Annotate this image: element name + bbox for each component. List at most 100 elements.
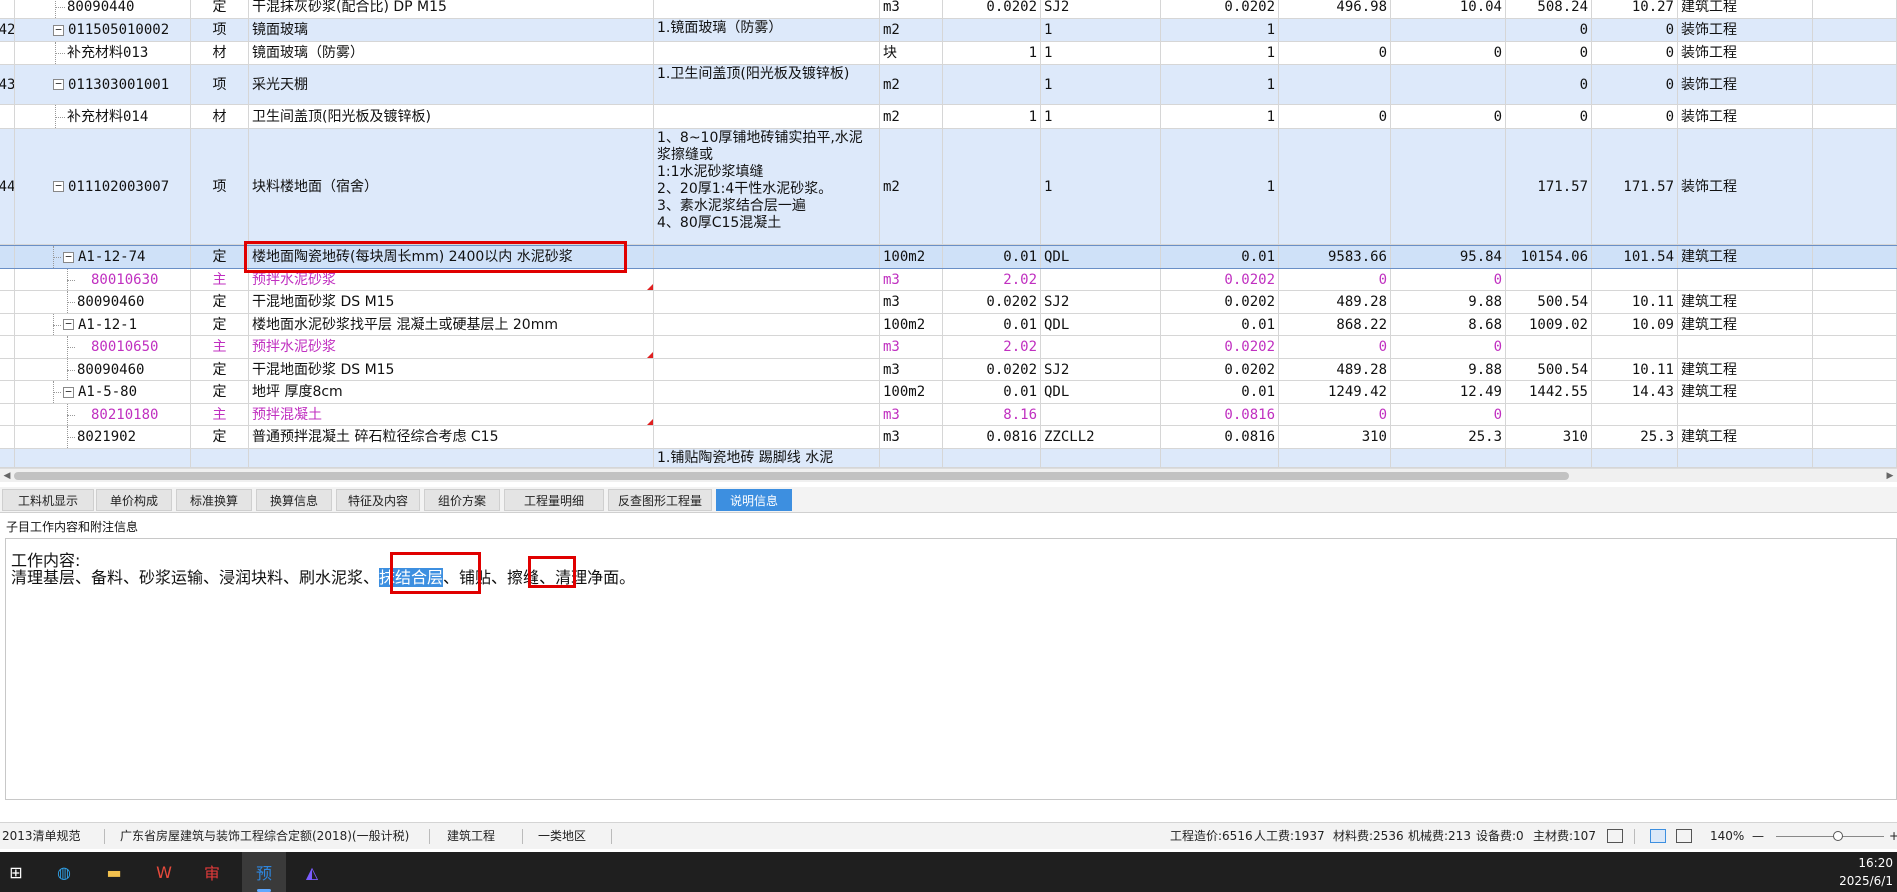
cell-total[interactable]: 9.88: [1391, 291, 1506, 313]
cell-feature[interactable]: 1.卫生间盖顶(阳光板及镀锌板): [654, 65, 880, 104]
cell-type[interactable]: [191, 449, 249, 467]
cell-num[interactable]: [0, 291, 15, 313]
cell-price[interactable]: 0: [1279, 42, 1391, 64]
zoom-in-button[interactable]: +: [1889, 823, 1897, 850]
cell-expr[interactable]: [1041, 269, 1161, 290]
cell-amount[interactable]: 0.01: [1161, 246, 1279, 268]
cell-code[interactable]: − A1-12-1: [15, 314, 191, 335]
cell-feature[interactable]: [654, 404, 880, 425]
cell-qty[interactable]: 8.16: [943, 404, 1041, 425]
table-row[interactable]: 80210180 主 预拌混凝土 m3 8.16 0.0816 0 0: [0, 404, 1897, 426]
cell-unit[interactable]: 100m2: [880, 314, 943, 335]
cell-total2[interactable]: 10.11: [1592, 359, 1678, 380]
cell-price2[interactable]: 0: [1506, 42, 1592, 64]
table-row[interactable]: 80090440 定 干混抹灰砂浆(配合比) DP M15 m3 0.0202 SJ2 0.…: [0, 0, 1897, 19]
cell-unit[interactable]: [880, 449, 943, 467]
edge-browser-icon[interactable]: ◍: [50, 858, 78, 886]
cell-price[interactable]: 868.22: [1279, 314, 1391, 335]
cell-code[interactable]: 80090460: [15, 359, 191, 380]
cell-name[interactable]: 普通预拌混凝土 碎石粒径综合考虑 C15: [249, 426, 654, 448]
cell-price2[interactable]: [1506, 336, 1592, 358]
cell-expr[interactable]: ZZCLL2: [1041, 426, 1161, 448]
cell-category[interactable]: [1678, 404, 1813, 425]
windows-start-icon[interactable]: ⊞: [2, 858, 30, 886]
scroll-left-icon[interactable]: ◀: [0, 469, 14, 483]
cell-price[interactable]: 0: [1279, 269, 1391, 290]
cell-unit[interactable]: 100m2: [880, 381, 943, 403]
cell-amount[interactable]: 0.0816: [1161, 404, 1279, 425]
cell-extra[interactable]: [1813, 426, 1897, 448]
cell-category[interactable]: 装饰工程: [1678, 105, 1813, 128]
cell-total[interactable]: 25.3: [1391, 426, 1506, 448]
cell-total2[interactable]: 101.54: [1592, 246, 1678, 268]
cell-category[interactable]: 建筑工程: [1678, 0, 1813, 18]
cell-price[interactable]: 489.28: [1279, 291, 1391, 313]
cell-unit[interactable]: m3: [880, 291, 943, 313]
collapse-icon[interactable]: −: [63, 386, 74, 398]
cell-name[interactable]: 镜面玻璃: [249, 19, 654, 41]
cell-category[interactable]: [1678, 449, 1813, 467]
cell-extra[interactable]: [1813, 0, 1897, 18]
cell-total2[interactable]: 171.57: [1592, 129, 1678, 244]
cell-expr[interactable]: [1041, 336, 1161, 358]
cell-num[interactable]: 43: [0, 65, 15, 104]
cell-total[interactable]: 0: [1391, 404, 1506, 425]
cell-num[interactable]: [0, 449, 15, 467]
cell-total2[interactable]: [1592, 449, 1678, 467]
cell-expr[interactable]: SJ2: [1041, 359, 1161, 380]
cell-num[interactable]: [0, 426, 15, 448]
cell-type[interactable]: 材: [191, 105, 249, 128]
cell-expr[interactable]: SJ2: [1041, 291, 1161, 313]
table-row[interactable]: 补充材料013 材镜面玻璃（防雾）块 1 1 1 0 0 0 0 装饰工程: [0, 42, 1897, 65]
cell-qty[interactable]: 1: [943, 42, 1041, 64]
table-row[interactable]: − A1-12-1 定 楼地面水泥砂浆找平层 混凝土或硬基层上 20mm 100m2 0.…: [0, 314, 1897, 336]
cell-feature[interactable]: [654, 291, 880, 313]
cell-type[interactable]: 主: [191, 404, 249, 425]
cell-amount[interactable]: 1: [1161, 105, 1279, 128]
cell-price[interactable]: 1249.42: [1279, 381, 1391, 403]
cell-extra[interactable]: [1813, 359, 1897, 380]
table-row[interactable]: 8021902 定 普通预拌混凝土 碎石粒径综合考虑 C15 m3 0.0816 ZZCL…: [0, 426, 1897, 449]
cell-price2[interactable]: 1442.55: [1506, 381, 1592, 403]
cell-type[interactable]: 项: [191, 65, 249, 104]
cell-qty[interactable]: 2.02: [943, 269, 1041, 290]
table-row[interactable]: 补充材料014 材卫生间盖顶(阳光板及镀锌板) m2 1 1 1 0 0 0 0 装饰工程: [0, 105, 1897, 129]
tab-7[interactable]: 反查图形工程量: [608, 489, 712, 511]
cell-num[interactable]: [0, 42, 15, 64]
cell-name[interactable]: 预拌水泥砂浆: [249, 336, 654, 358]
cell-total[interactable]: 10.04: [1391, 0, 1506, 18]
cell-num[interactable]: [0, 404, 15, 425]
cell-num[interactable]: [0, 359, 15, 380]
scrollbar-thumb[interactable]: [14, 472, 1569, 480]
cell-extra[interactable]: [1813, 19, 1897, 41]
cell-code[interactable]: 补充材料013: [15, 42, 191, 64]
cell-qty[interactable]: [943, 19, 1041, 41]
cell-extra[interactable]: [1813, 381, 1897, 403]
cell-price2[interactable]: 508.24: [1506, 0, 1592, 18]
cell-total2[interactable]: 25.3: [1592, 426, 1678, 448]
cell-total[interactable]: 95.84: [1391, 246, 1506, 268]
cell-price2[interactable]: 171.57: [1506, 129, 1592, 244]
scroll-right-icon[interactable]: ▶: [1883, 469, 1897, 483]
graphics-app-icon[interactable]: ◭: [298, 858, 326, 886]
cell-price[interactable]: [1279, 65, 1391, 104]
cell-feature[interactable]: [654, 0, 880, 18]
cell-total[interactable]: [1391, 449, 1506, 467]
system-clock[interactable]: 16:20 2025/6/1: [1839, 854, 1893, 890]
tab-1[interactable]: 单价构成: [96, 489, 172, 511]
cell-name[interactable]: [249, 449, 654, 467]
cell-price2[interactable]: 0: [1506, 65, 1592, 104]
cell-price2[interactable]: 0: [1506, 105, 1592, 128]
cell-expr[interactable]: [1041, 449, 1161, 467]
cell-total[interactable]: [1391, 65, 1506, 104]
cell-num[interactable]: 42: [0, 19, 15, 41]
wps-office-icon[interactable]: W: [150, 858, 178, 886]
cell-amount[interactable]: 0.0202: [1161, 269, 1279, 290]
selected-text-bonding-layer[interactable]: 抹结合层: [379, 568, 444, 587]
cell-extra[interactable]: [1813, 42, 1897, 64]
layout-split-vertical-icon[interactable]: [1676, 829, 1692, 843]
cell-amount[interactable]: 1: [1161, 19, 1279, 41]
cell-total[interactable]: 12.49: [1391, 381, 1506, 403]
layout-split-active-icon[interactable]: [1650, 829, 1666, 843]
cell-amount[interactable]: 0.0816: [1161, 426, 1279, 448]
